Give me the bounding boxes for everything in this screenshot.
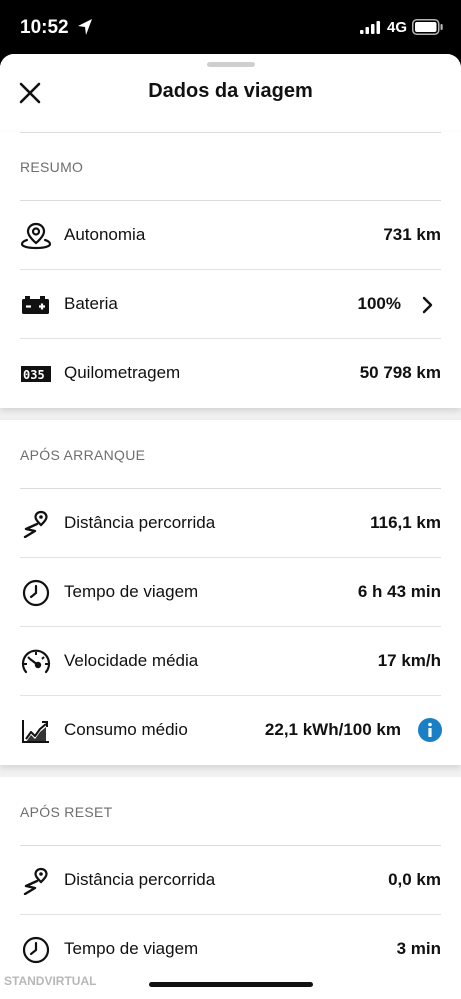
sheet-header: Dados da viagem bbox=[0, 54, 461, 132]
network-label: 4G bbox=[387, 19, 408, 36]
battery-status-icon bbox=[412, 19, 443, 35]
row-autonomia: Autonomia 731 km bbox=[0, 201, 461, 270]
row-distancia-percorrida: Distância percorrida 116,1 km bbox=[0, 489, 461, 558]
row-value: 0,0 km bbox=[388, 870, 441, 889]
section-resumo: RESUMO Autonomia 731 km Bateria 100% 035… bbox=[0, 132, 461, 408]
home-indicator[interactable] bbox=[149, 982, 313, 987]
row-value: 731 km bbox=[383, 225, 441, 244]
row-label: Autonomia bbox=[64, 225, 146, 244]
row-value: 22,1 kWh/100 km bbox=[264, 720, 401, 739]
location-arrow-icon bbox=[78, 19, 92, 35]
cellular-signal-icon bbox=[360, 21, 380, 34]
battery-icon bbox=[22, 296, 49, 314]
odometer-icon: 035 bbox=[21, 366, 51, 382]
section-title: APÓS RESET bbox=[20, 804, 113, 820]
row-tempo-de-viagem: Tempo de viagem 6 h 43 min bbox=[0, 558, 461, 627]
row-value: 50 798 km bbox=[359, 363, 441, 382]
row-consumo-medio: Consumo médio 22,1 kWh/100 km bbox=[0, 696, 461, 765]
section-apos-arranque: APÓS ARRANQUE Distância percorrida 116,1… bbox=[0, 420, 461, 765]
row-value: 116,1 km bbox=[370, 513, 441, 532]
chevron-right-icon[interactable] bbox=[421, 296, 433, 314]
row-value: 6 h 43 min bbox=[357, 582, 441, 601]
row-value: 17 km/h bbox=[377, 651, 441, 670]
section-title: APÓS ARRANQUE bbox=[20, 447, 146, 463]
status-bar: 10:52 4G bbox=[0, 0, 461, 56]
sheet-grabber[interactable] bbox=[207, 62, 255, 67]
info-icon[interactable] bbox=[418, 718, 442, 742]
clock-icon bbox=[22, 936, 50, 964]
row-label: Tempo de viagem bbox=[64, 939, 199, 958]
speedometer-icon bbox=[21, 649, 51, 674]
row-label: Quilometragem bbox=[64, 363, 181, 382]
row-velocidade-media: Velocidade média 17 km/h bbox=[0, 627, 461, 696]
row-bateria[interactable]: Bateria 100% bbox=[0, 270, 461, 339]
row-value: 3 min bbox=[396, 939, 441, 958]
divider bbox=[20, 132, 441, 133]
consumption-chart-icon bbox=[22, 720, 49, 743]
route-icon bbox=[23, 510, 48, 538]
watermark: STANDVIRTUAL bbox=[4, 974, 97, 988]
odometer-digits: 035 bbox=[23, 368, 45, 382]
row-label: Distância percorrida bbox=[64, 870, 216, 889]
row-label: Velocidade média bbox=[64, 651, 199, 670]
section-apos-reset: APÓS RESET Distância percorrida 0,0 km T… bbox=[0, 777, 461, 999]
location-pin-icon bbox=[20, 222, 52, 250]
row-distancia-percorrida: Distância percorrida 0,0 km bbox=[0, 846, 461, 915]
status-time: 10:52 bbox=[20, 17, 69, 38]
row-label: Bateria bbox=[64, 294, 118, 313]
row-value: 100% bbox=[357, 294, 401, 313]
row-quilometragem: 035 Quilometragem 50 798 km bbox=[0, 339, 461, 408]
row-label: Distância percorrida bbox=[64, 513, 216, 532]
section-title: RESUMO bbox=[20, 159, 84, 175]
clock-icon bbox=[22, 579, 50, 607]
row-label: Consumo médio bbox=[64, 720, 188, 739]
route-icon bbox=[23, 867, 48, 895]
trip-data-sheet: Dados da viagem RESUMO Autonomia 731 km bbox=[0, 54, 461, 999]
row-label: Tempo de viagem bbox=[64, 582, 199, 601]
page-title: Dados da viagem bbox=[148, 80, 313, 102]
